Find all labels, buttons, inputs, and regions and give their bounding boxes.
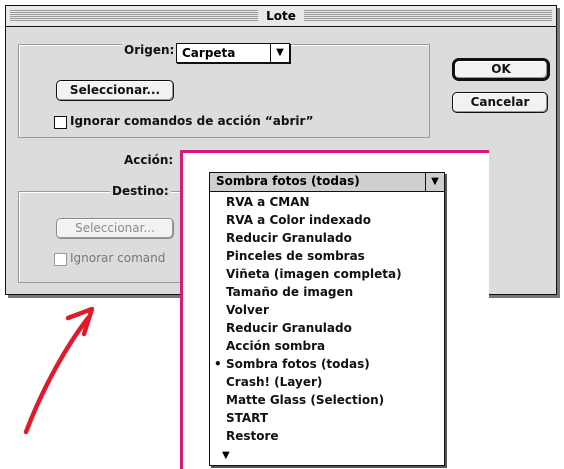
annotation-arrow-icon	[23, 306, 95, 435]
screenshot: Lote Origen: Carpeta ▼ Seleccionar... Ig…	[0, 0, 564, 469]
